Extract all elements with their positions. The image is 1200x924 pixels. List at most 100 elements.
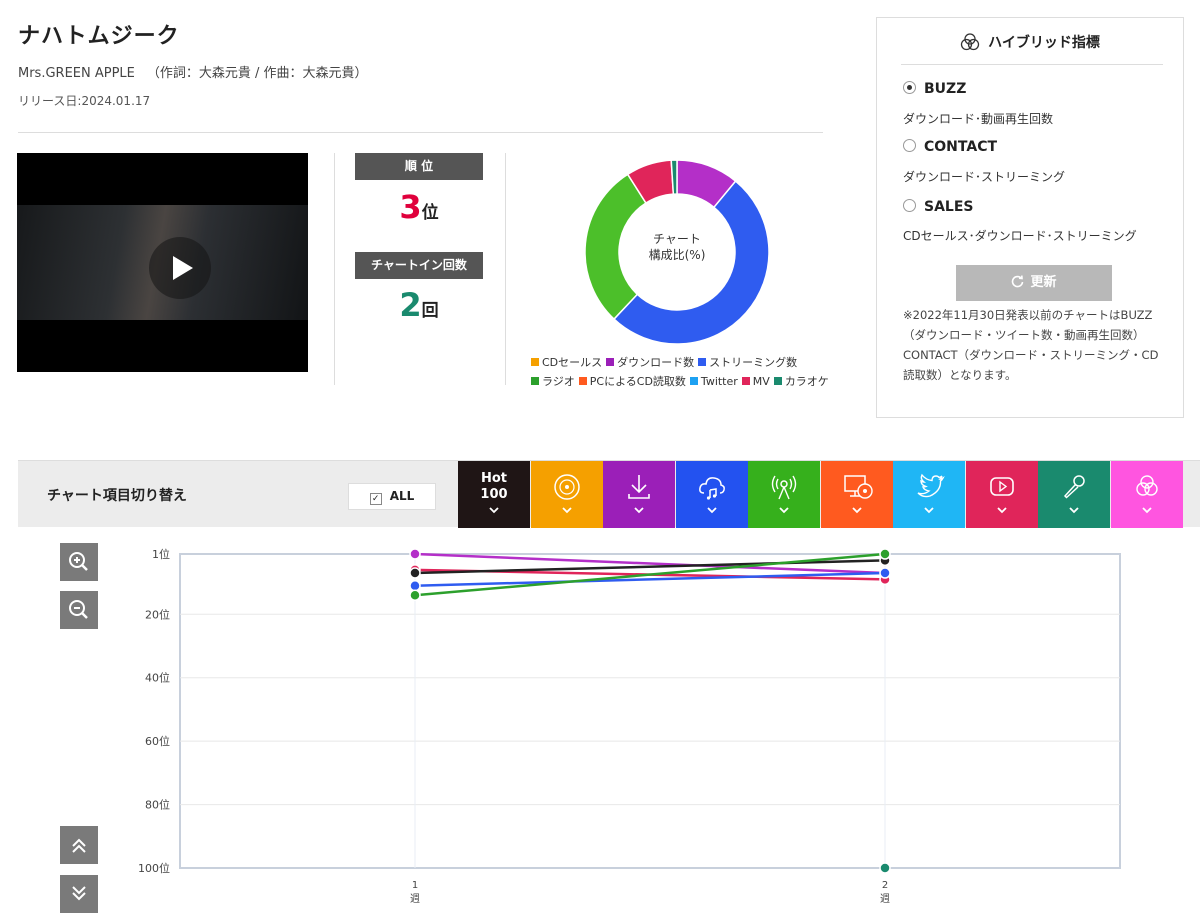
tab-radio[interactable]	[748, 461, 820, 528]
tab-twitter[interactable]	[893, 461, 965, 528]
video-player[interactable]	[17, 153, 308, 372]
chevron-down-icon	[1111, 507, 1183, 514]
chartin-value: 2回	[355, 286, 483, 324]
chevron-down-icon	[531, 507, 603, 514]
chartin-unit: 回	[421, 301, 439, 321]
option-desc: ダウンロード･動画再生回数	[903, 112, 1054, 126]
all-toggle[interactable]: ✓ ALL	[348, 483, 436, 510]
y-tick-label: 1位	[152, 547, 170, 561]
chevron-down-icon	[676, 507, 748, 514]
legend-swatch	[698, 358, 707, 366]
legend-item[interactable]: CDセールス	[531, 353, 602, 372]
legend-item[interactable]: Twitter	[689, 372, 738, 391]
y-tick-label: 100位	[138, 861, 170, 875]
tab-hot100[interactable]: Hot 100	[458, 461, 530, 528]
legend-swatch	[741, 377, 750, 385]
x-tick-label: 2	[882, 880, 888, 891]
series-point[interactable]	[409, 579, 421, 592]
tab-pc-cd[interactable]	[820, 461, 893, 528]
legend-item[interactable]: ストリーミング数	[698, 353, 797, 372]
series-point[interactable]	[409, 567, 421, 579]
hybrid-note: ※2022年11月30日発表以前のチャートはBUZZ（ダウンロード・ツイート数・…	[903, 308, 1159, 382]
hybrid-icon	[960, 33, 980, 55]
radio[interactable]	[903, 199, 916, 212]
tab-streaming[interactable]	[675, 461, 748, 528]
chevron-down-icon	[966, 507, 1038, 514]
option-label: BUZZ	[924, 81, 967, 97]
zoom-in-icon	[69, 552, 88, 571]
double-chevron-up-icon	[72, 838, 86, 853]
tab-cd-sales[interactable]	[530, 461, 603, 528]
legend-label: MV	[752, 375, 770, 388]
series-point[interactable]	[879, 567, 891, 579]
legend-item[interactable]: PCによるCD読取数	[578, 372, 686, 391]
hybrid-title-text: ハイブリッド指標	[988, 35, 1100, 51]
option-desc: CDセールス･ダウンロード･ストリーミング	[903, 229, 1137, 243]
legend-item[interactable]: ダウンロード数	[606, 353, 694, 372]
divider	[18, 132, 823, 133]
series-point[interactable]	[409, 548, 421, 560]
artist-name[interactable]: Mrs.GREEN APPLE	[18, 66, 135, 81]
zoom-out-button[interactable]	[60, 591, 98, 629]
tab-download[interactable]	[603, 461, 675, 528]
plot-area	[179, 553, 1121, 869]
scroll-bottom-button[interactable]	[60, 875, 98, 913]
chevron-down-icon	[458, 507, 530, 514]
tab-karaoke[interactable]	[1038, 461, 1110, 528]
refresh-icon	[1011, 265, 1024, 301]
radio-icon	[748, 469, 820, 505]
tab-hybrid[interactable]	[1110, 461, 1183, 528]
download-icon	[603, 469, 675, 505]
y-tick-label: 40位	[145, 671, 170, 685]
donut-center-label: チャート 構成比(%)	[580, 231, 774, 263]
legend-label: ストリーミング数	[709, 356, 798, 369]
zoom-in-button[interactable]	[60, 543, 98, 581]
series-point[interactable]	[879, 548, 891, 560]
legend-swatch	[773, 377, 782, 385]
checkbox-checked-icon[interactable]: ✓	[369, 493, 382, 505]
cloud-music-icon	[676, 469, 748, 505]
legend-swatch	[531, 377, 539, 385]
option-sales[interactable]: SALES	[903, 199, 974, 215]
option-contact[interactable]: CONTACT	[903, 139, 997, 155]
divider	[901, 64, 1163, 65]
song-artist-line: Mrs.GREEN APPLE （作詞：大森元貴 / 作曲：大森元貴）	[18, 62, 368, 81]
legend-label: CDセールス	[542, 356, 603, 369]
switcher-label: チャート項目切り替え	[47, 488, 187, 504]
composition-donut: チャート 構成比(%)	[580, 155, 774, 349]
play-icon[interactable]	[149, 237, 211, 299]
radio[interactable]	[903, 139, 916, 152]
song-credits: （作詞：大森元貴 / 作曲：大森元貴）	[146, 66, 368, 81]
double-chevron-down-icon	[72, 886, 86, 901]
legend-swatch	[578, 377, 587, 385]
series-point[interactable]	[879, 862, 891, 874]
x-tick-unit: 週	[410, 893, 420, 905]
option-desc: ダウンロード･ストリーミング	[903, 170, 1066, 184]
legend-swatch	[689, 377, 698, 385]
hybrid-title: ハイブリッド指標	[877, 32, 1183, 55]
series-point[interactable]	[409, 589, 421, 601]
chevron-down-icon	[821, 507, 893, 514]
hybrid-icon	[1111, 469, 1183, 505]
legend-item[interactable]: カラオケ	[773, 372, 829, 391]
tab-mv[interactable]	[965, 461, 1038, 528]
release-date: リリース日:2024.01.17	[18, 94, 151, 108]
all-label: ALL	[389, 489, 415, 503]
divider	[505, 153, 506, 385]
legend-label: PCによるCD読取数	[589, 375, 686, 388]
divider	[334, 153, 335, 385]
chart-switcher-bar: チャート項目切り替え ✓ ALL Hot 100	[18, 460, 1200, 528]
scroll-top-button[interactable]	[60, 826, 98, 864]
legend-label: Twitter	[700, 375, 738, 388]
rank-number: 3	[399, 188, 422, 226]
chevron-down-icon	[893, 507, 965, 514]
radio-selected[interactable]	[903, 81, 916, 94]
legend-swatch	[531, 358, 539, 366]
legend-label: ラジオ	[542, 375, 575, 388]
y-tick-label: 60位	[145, 734, 170, 748]
option-buzz[interactable]: BUZZ	[903, 81, 966, 97]
legend-item[interactable]: ラジオ	[531, 372, 575, 391]
update-button[interactable]: 更新	[956, 265, 1112, 301]
legend-item[interactable]: MV	[741, 372, 770, 391]
x-tick-label: 1	[412, 880, 418, 891]
